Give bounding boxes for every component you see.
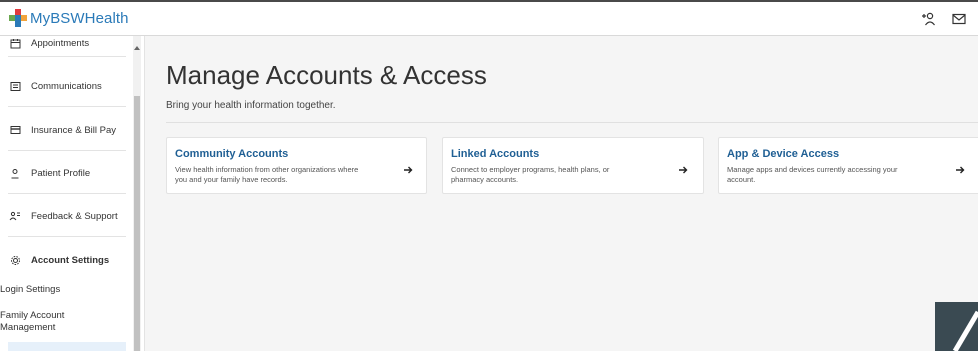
app-logo[interactable]: MyBSWHealth bbox=[8, 8, 129, 28]
sidebar-item-label: Appointments bbox=[31, 37, 90, 49]
sidebar-item-insurance-bill-pay[interactable]: Insurance & Bill Pay bbox=[8, 124, 126, 136]
divider bbox=[8, 150, 126, 151]
sidebar-item-account-settings[interactable]: Account Settings bbox=[8, 254, 126, 266]
sidebar-subitem-login-settings[interactable]: Login Settings bbox=[0, 284, 125, 296]
divider bbox=[8, 193, 126, 194]
app-title: MyBSWHealth bbox=[30, 9, 129, 27]
add-person-icon[interactable] bbox=[920, 11, 938, 27]
divider bbox=[8, 236, 126, 237]
app-device-access-card[interactable]: App & Device Access Manage apps and devi… bbox=[718, 137, 978, 194]
page-subtitle: Bring your health information together. bbox=[166, 100, 336, 111]
sidebar-item-label: Feedback & Support bbox=[31, 210, 118, 222]
card-title: Community Accounts bbox=[175, 148, 289, 160]
mail-icon[interactable] bbox=[950, 11, 968, 27]
arrow-right-icon bbox=[955, 162, 965, 174]
divider bbox=[8, 106, 126, 107]
sidebar-item-appointments[interactable]: Appointments bbox=[8, 37, 126, 49]
sidebar-item-communications[interactable]: Communications bbox=[8, 80, 126, 92]
card-description: Connect to employer programs, health pla… bbox=[451, 165, 610, 184]
sidebar-item-feedback-support[interactable]: Feedback & Support bbox=[8, 210, 126, 222]
card-title: Linked Accounts bbox=[451, 148, 540, 160]
card-title: App & Device Access bbox=[727, 148, 840, 160]
linked-accounts-card[interactable]: Linked Accounts Connect to employer prog… bbox=[442, 137, 704, 194]
sidebar-item-label: Patient Profile bbox=[31, 167, 91, 179]
card-description: View health information from other organ… bbox=[175, 165, 359, 184]
bsw-cross-logo-icon bbox=[8, 8, 28, 28]
divider bbox=[8, 56, 126, 57]
sidebar-subitem-active-highlight[interactable] bbox=[8, 342, 126, 351]
sidebar-item-label: Account Settings bbox=[31, 254, 110, 266]
arrow-right-icon bbox=[678, 162, 688, 174]
sidebar-scrollbar-thumb[interactable] bbox=[134, 96, 140, 351]
page-title: Manage Accounts & Access bbox=[166, 60, 487, 90]
top-bar: MyBSWHealth bbox=[0, 0, 978, 36]
scroll-up-arrow-icon[interactable] bbox=[134, 38, 140, 50]
corner-decoration-icon bbox=[935, 302, 978, 351]
community-accounts-card[interactable]: Community Accounts View health informati… bbox=[166, 137, 427, 194]
feedback-icon bbox=[8, 210, 22, 222]
calendar-icon bbox=[8, 37, 22, 49]
sidebar-item-patient-profile[interactable]: Patient Profile bbox=[8, 167, 126, 179]
sidebar-item-label: Insurance & Bill Pay bbox=[31, 124, 117, 136]
sidebar-item-label: Communications bbox=[31, 80, 102, 92]
card-description: Manage apps and devices currently access… bbox=[727, 165, 898, 184]
person-icon bbox=[8, 167, 22, 179]
sidebar-subitem-family-account-management[interactable]: Family Account Management bbox=[0, 310, 100, 334]
sidebar-nav: Appointments Communications Insurance & … bbox=[0, 36, 145, 351]
arrow-right-icon bbox=[403, 162, 413, 174]
divider bbox=[166, 122, 978, 123]
card-icon bbox=[8, 124, 22, 136]
gear-icon bbox=[8, 254, 22, 266]
message-icon bbox=[8, 80, 22, 92]
